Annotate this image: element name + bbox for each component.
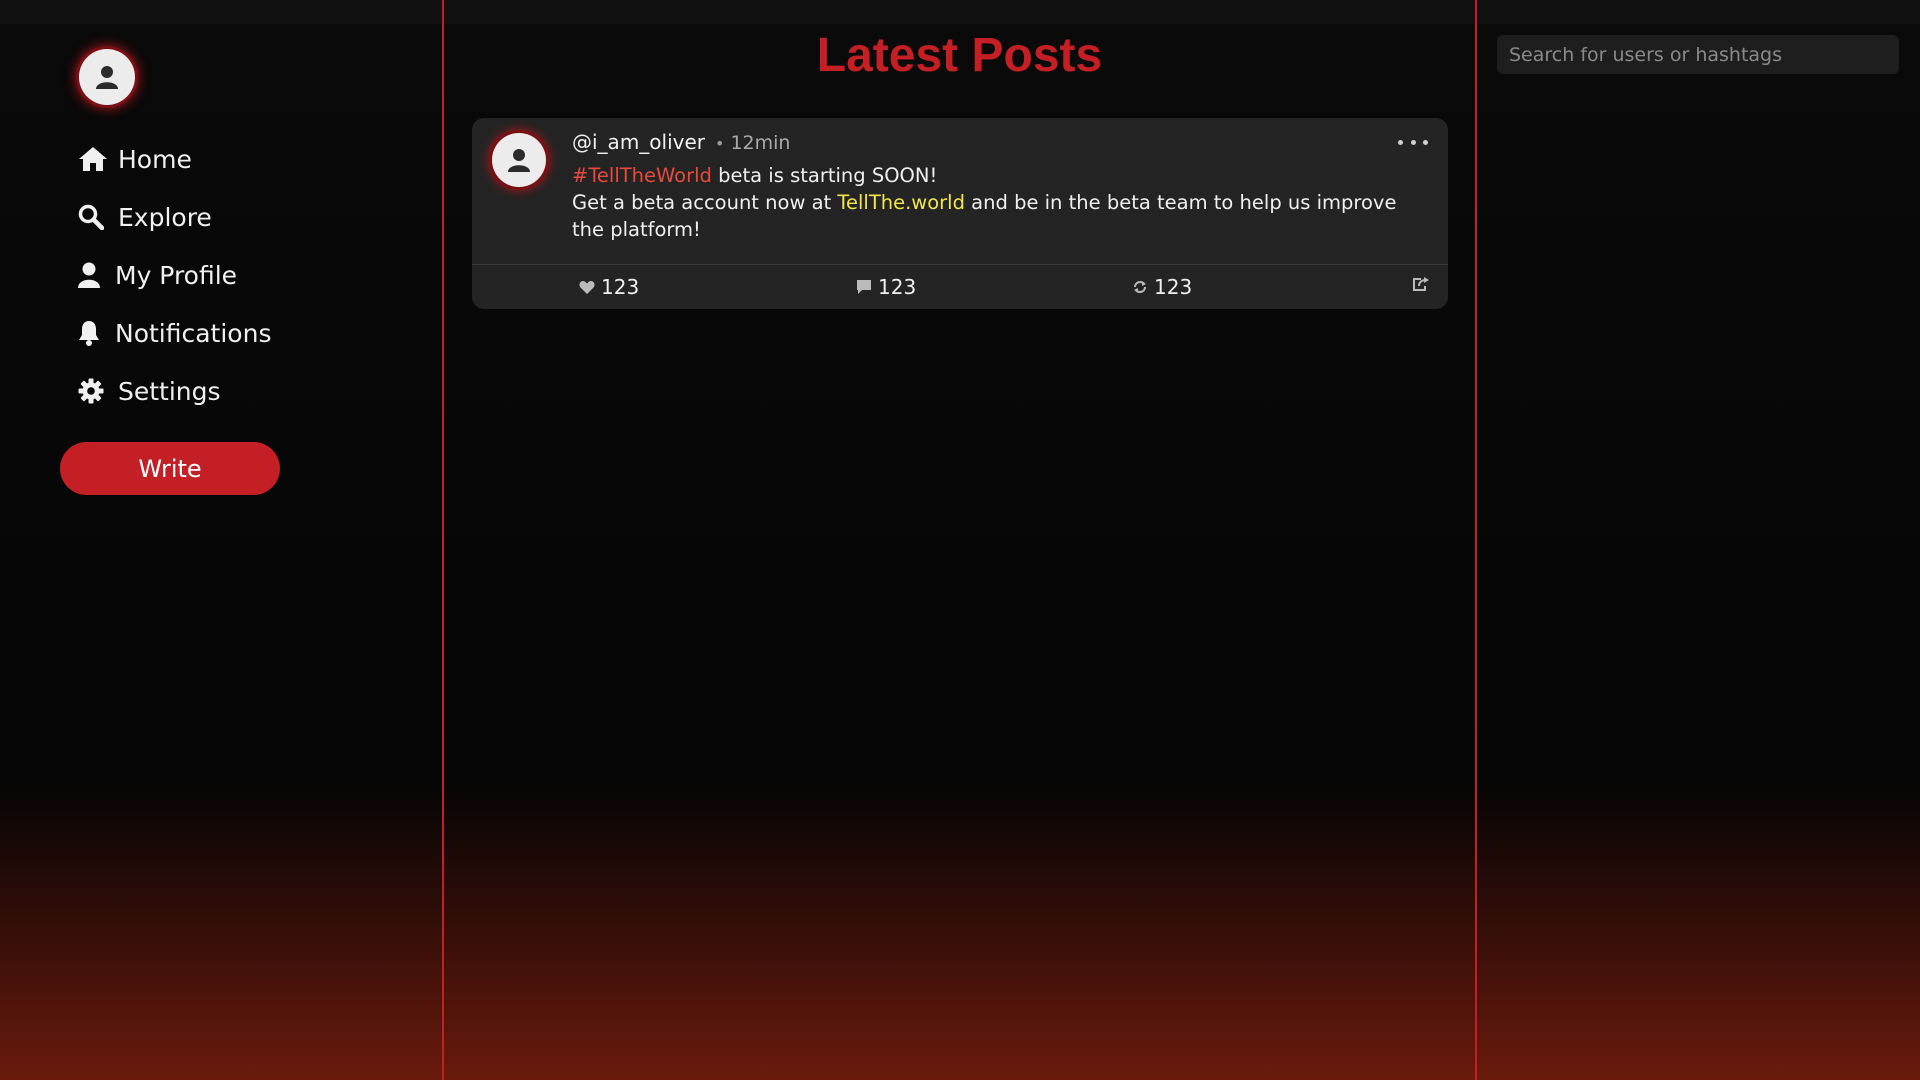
- post-username[interactable]: @i_am_oliver: [572, 130, 705, 154]
- post-text-line1: beta is starting SOON!: [711, 164, 938, 187]
- right-divider: [1475, 0, 1477, 1080]
- website-link[interactable]: TellThe.world: [837, 191, 965, 214]
- repost-count: 123: [1154, 275, 1193, 299]
- sidebar-item-my-profile[interactable]: My Profile: [78, 246, 271, 304]
- comment-button[interactable]: 123: [856, 272, 916, 302]
- search-icon: [78, 202, 118, 232]
- more-options-icon[interactable]: [1398, 132, 1428, 152]
- repost-button[interactable]: 123: [1132, 272, 1192, 302]
- page-title: Latest Posts: [816, 29, 1103, 82]
- post-text-line2-start: Get a beta account now at: [572, 191, 838, 214]
- sidebar-item-label: Settings: [118, 376, 221, 406]
- profile-avatar[interactable]: [79, 49, 135, 105]
- user-icon: [78, 260, 115, 290]
- sidebar-item-settings[interactable]: Settings: [78, 362, 271, 420]
- post-divider: [472, 264, 1448, 265]
- search-input[interactable]: [1497, 35, 1899, 74]
- post-header: @i_am_oliver • 12min: [572, 130, 790, 154]
- repost-icon: [1132, 279, 1148, 295]
- comment-icon: [856, 279, 872, 295]
- like-button[interactable]: 123: [579, 272, 639, 302]
- write-button[interactable]: Write: [60, 442, 280, 495]
- share-icon[interactable]: [1412, 276, 1430, 296]
- sidebar-item-label: My Profile: [115, 260, 238, 290]
- separator-dot: •: [715, 134, 725, 153]
- main-feed: Latest Posts @i_am_oliver • 12min #TellT…: [444, 0, 1475, 1080]
- post-text: #TellTheWorld beta is starting SOON! Get…: [572, 162, 1422, 243]
- nav-menu: Home Explore My Profile Notifications Se…: [78, 130, 271, 420]
- post-card[interactable]: @i_am_oliver • 12min #TellTheWorld beta …: [472, 118, 1448, 309]
- bell-icon: [78, 318, 115, 348]
- sidebar-item-label: Notifications: [115, 318, 272, 348]
- post-avatar[interactable]: [492, 133, 546, 187]
- post-time: 12min: [730, 132, 791, 154]
- heart-icon: [579, 280, 595, 295]
- like-count: 123: [601, 275, 640, 299]
- sidebar-item-label: Home: [118, 144, 192, 174]
- comment-count: 123: [878, 275, 917, 299]
- home-icon: [78, 144, 118, 174]
- sidebar-item-home[interactable]: Home: [78, 130, 271, 188]
- sidebar-item-notifications[interactable]: Notifications: [78, 304, 271, 362]
- gear-icon: [78, 376, 118, 406]
- hashtag-link[interactable]: #TellTheWorld: [572, 164, 712, 187]
- sidebar: Home Explore My Profile Notifications Se…: [0, 0, 442, 1080]
- sidebar-item-explore[interactable]: Explore: [78, 188, 271, 246]
- user-icon: [508, 149, 530, 172]
- sidebar-item-label: Explore: [118, 202, 212, 232]
- user-icon: [96, 66, 118, 89]
